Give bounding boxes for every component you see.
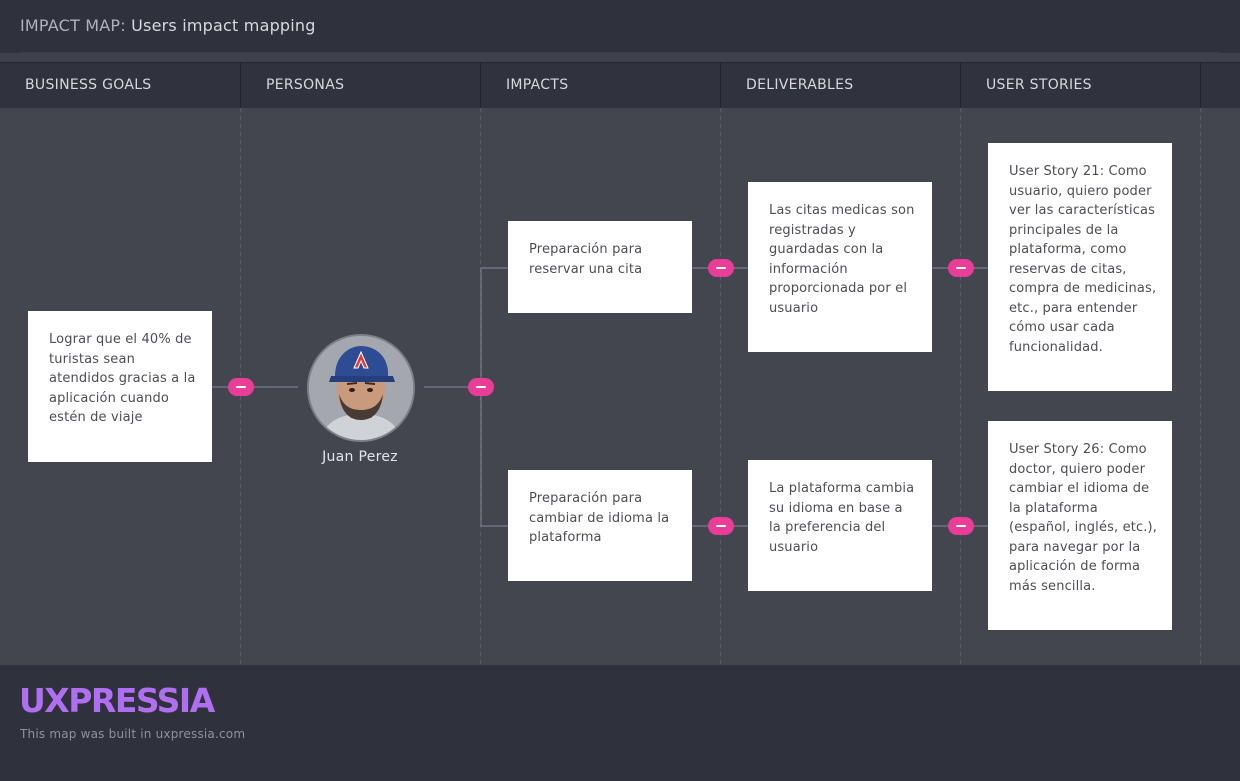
collapse-toggle-icon[interactable]: [708, 517, 734, 535]
column-header-personas[interactable]: PERSONAS: [241, 63, 481, 109]
brand-logo[interactable]: UXPRESSIA: [19, 681, 215, 720]
deliverable-text: La plataforma cambia su idioma en base a…: [769, 481, 915, 555]
impact-text: Preparación para reservar una cita: [529, 242, 643, 277]
column-header-deliverables[interactable]: DELIVERABLES: [721, 63, 961, 109]
collapse-toggle-icon[interactable]: [228, 378, 254, 396]
collapse-toggle-icon[interactable]: [468, 378, 494, 396]
user-story-text: User Story 21: Como usuario, quiero pode…: [1009, 164, 1157, 355]
footer: UXPRESSIA This map was built in uxpressi…: [0, 665, 1240, 781]
business-goal-text: Lograr que el 40% de turistas sean atend…: [49, 332, 196, 425]
impact-text: Preparación para cambiar de idioma la pl…: [529, 491, 670, 545]
user-story-text: User Story 26: Como doctor, quiero poder…: [1009, 442, 1158, 594]
persona-photo-icon: [309, 336, 413, 440]
persona-name[interactable]: Juan Perez: [300, 449, 420, 465]
deliverable-card[interactable]: La plataforma cambia su idioma en base a…: [748, 460, 932, 591]
column-header-user-stories[interactable]: USER STORIES: [961, 63, 1201, 109]
collapse-toggle-icon[interactable]: [948, 259, 974, 277]
column-header-impacts[interactable]: IMPACTS: [481, 63, 721, 109]
top-bar: IMPACT MAP: Users impact mapping: [0, 0, 1240, 53]
user-story-card[interactable]: User Story 26: Como doctor, quiero poder…: [988, 421, 1172, 630]
impact-card[interactable]: Preparación para cambiar de idioma la pl…: [508, 470, 692, 581]
column-header-business-goals[interactable]: BUSINESS GOALS: [0, 63, 241, 109]
deliverable-card[interactable]: Las citas medicas son registradas y guar…: [748, 182, 932, 352]
persona-avatar[interactable]: [307, 334, 415, 442]
column-header-add[interactable]: [1201, 63, 1240, 109]
column-headers: BUSINESS GOALS PERSONAS IMPACTS DELIVERA…: [0, 62, 1240, 109]
business-goal-card[interactable]: Lograr que el 40% de turistas sean atend…: [28, 311, 212, 462]
collapse-toggle-icon[interactable]: [948, 517, 974, 535]
collapse-toggle-icon[interactable]: [708, 259, 734, 277]
page-title-prefix: IMPACT MAP:: [20, 16, 126, 35]
footer-note: This map was built in uxpressia.com: [20, 727, 246, 741]
user-story-card[interactable]: User Story 21: Como usuario, quiero pode…: [988, 143, 1172, 391]
deliverable-text: Las citas medicas son registradas y guar…: [769, 203, 915, 316]
connector-impacts-branch: [480, 267, 508, 527]
page-title-text[interactable]: Users impact mapping: [131, 16, 315, 35]
header-spacer: [0, 53, 1240, 62]
page-title: IMPACT MAP: Users impact mapping: [20, 16, 316, 35]
impact-card[interactable]: Preparación para reservar una cita: [508, 221, 692, 313]
